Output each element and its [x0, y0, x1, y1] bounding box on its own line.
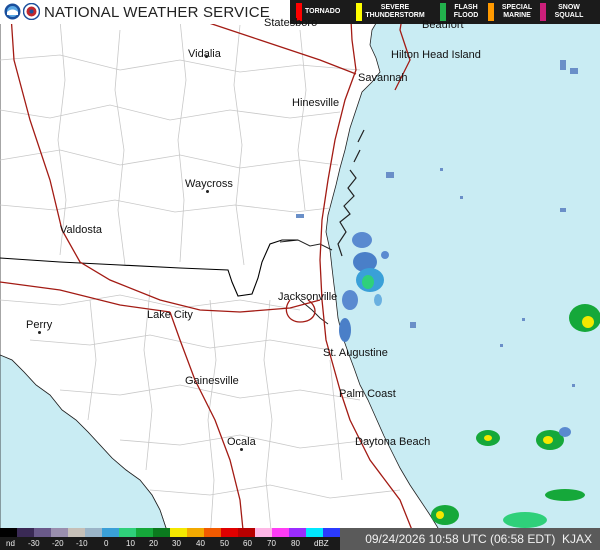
dbz-color-step: [119, 528, 137, 537]
dbz-color-step: [85, 528, 103, 537]
city-label-lake-city: Lake City: [147, 309, 193, 321]
dbz-tick-label: 50: [220, 539, 229, 548]
timestamp: 09/24/2026 10:58 UTC (06:58 EDT): [365, 532, 556, 546]
city-dot: [240, 448, 243, 451]
dbz-color-scale: nd -30 -20 -10 0 10 20 30 40 50 60 70 80…: [0, 528, 340, 550]
dbz-color-step: [0, 528, 18, 537]
dbz-color-step: [187, 528, 205, 537]
dbz-tick-label: 40: [196, 539, 205, 548]
radar-station-id: KJAX: [561, 532, 592, 546]
city-label-hinesville: Hinesville: [292, 97, 340, 109]
dbz-color-step: [136, 528, 154, 537]
page-title: NATIONAL WEATHER SERVICE: [44, 4, 270, 21]
city-dot: [38, 331, 41, 334]
dbz-gradient-bar: [0, 528, 340, 537]
dbz-color-step: [255, 528, 273, 537]
dbz-tick-label: 0: [104, 539, 109, 548]
dbz-color-step: [102, 528, 120, 537]
dbz-color-step: [68, 528, 86, 537]
city-label-ocala: Ocala: [227, 436, 256, 448]
city-label-perry: Perry: [26, 319, 53, 331]
city-dot: [206, 190, 209, 193]
city-label-statesboro: Statesboro: [264, 17, 318, 29]
legend-swatch: [488, 3, 494, 21]
dbz-color-step: [238, 528, 256, 537]
city-label-gainesville: Gainesville: [185, 375, 239, 387]
legend-swatch: [540, 3, 546, 21]
city-label-savannah: Savannah: [358, 72, 408, 84]
dbz-tick-label: -10: [76, 539, 88, 548]
status-bar: 09/24/2026 10:58 UTC (06:58 EDT) KJAX: [340, 528, 600, 550]
dbz-tick-label: -20: [52, 539, 64, 548]
city-label-jacksonville: Jacksonville: [278, 291, 338, 303]
dbz-tick-label: 10: [126, 539, 135, 548]
dbz-color-step: [323, 528, 340, 537]
city-label-valdosta: Valdosta: [60, 224, 102, 236]
dbz-tick-label: 70: [267, 539, 276, 548]
dbz-color-step: [51, 528, 69, 537]
dbz-color-step: [204, 528, 222, 537]
dbz-color-step: [289, 528, 307, 537]
legend-label: SNOW SQUALL: [554, 4, 584, 19]
dbz-color-step: [170, 528, 188, 537]
dbz-color-step: [272, 528, 290, 537]
dbz-tick-label: -30: [28, 539, 40, 548]
dbz-color-step: [221, 528, 239, 537]
city-label-daytona-beach: Daytona Beach: [355, 436, 431, 448]
city-label-hilton-head-island: Hilton Head Island: [391, 49, 481, 61]
dbz-color-step: [34, 528, 52, 537]
dbz-tick-label: nd: [6, 539, 15, 548]
city-label-beaufort: Beaufort: [422, 19, 464, 31]
dbz-color-step: [306, 528, 324, 537]
legend-label: SPECIAL MARINE: [501, 4, 533, 19]
noaa-logo-icon: [4, 3, 21, 20]
radar-map-view: NATIONAL WEATHER SERVICE TORNADO SEVERE …: [0, 0, 600, 550]
city-label-palm-coast: Palm Coast: [339, 388, 396, 400]
header-bar: NATIONAL WEATHER SERVICE: [0, 0, 290, 24]
dbz-tick-label: 30: [172, 539, 181, 548]
dbz-tick-label: 60: [243, 539, 252, 548]
dbz-tick-label: 20: [149, 539, 158, 548]
dbz-color-step: [153, 528, 171, 537]
city-label-st-augustine: St. Augustine: [323, 347, 388, 359]
legend-label: SEVERE THUNDERSTORM: [365, 4, 425, 19]
city-dot: [205, 55, 208, 58]
dbz-tick-label: 80: [291, 539, 300, 548]
city-label-vidalia: Vidalia: [188, 48, 221, 60]
basemap: [0, 0, 600, 550]
dbz-tick-label: dBZ: [314, 539, 329, 548]
nws-logo-icon: [22, 2, 41, 21]
city-label-waycross: Waycross: [185, 178, 233, 190]
legend-swatch: [356, 3, 362, 21]
dbz-color-step: [17, 528, 35, 537]
